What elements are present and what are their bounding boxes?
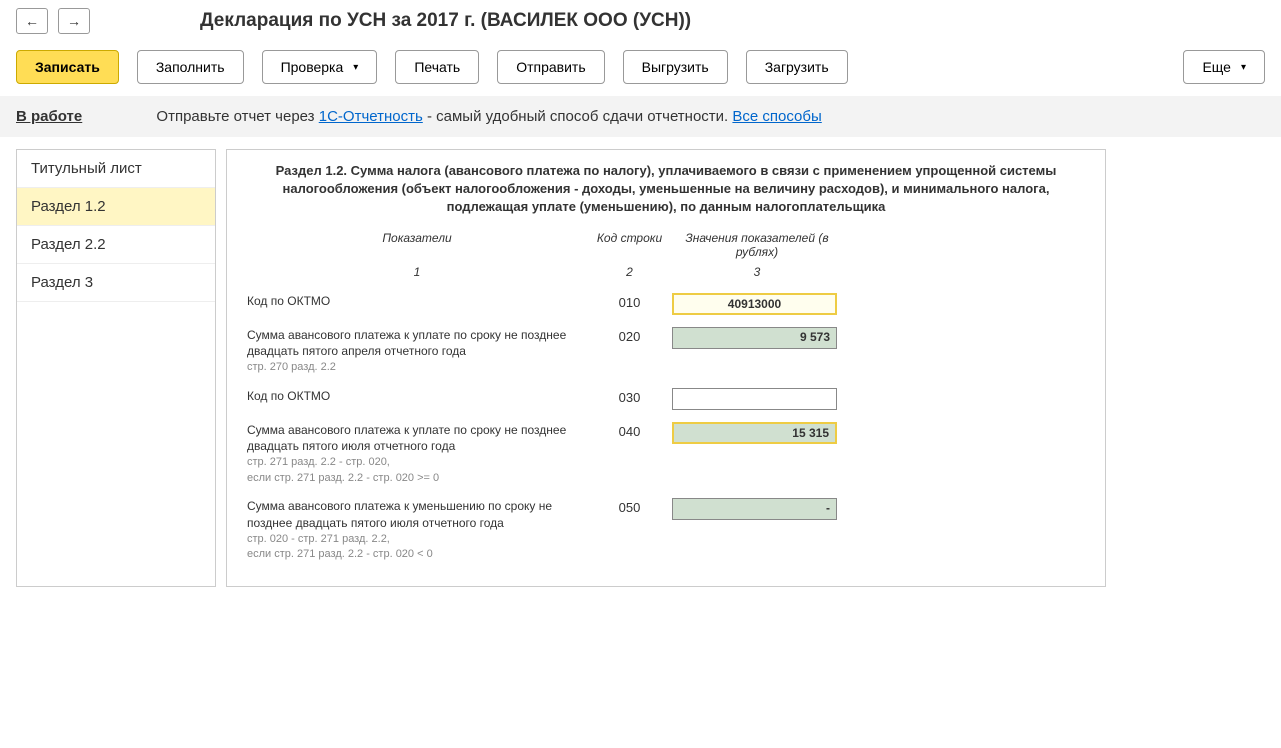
sidebar-item-section-3[interactable]: Раздел 3 [17, 264, 215, 302]
row-code: 030 [587, 388, 672, 410]
import-button[interactable]: Загрузить [746, 50, 848, 84]
row-code: 040 [587, 422, 672, 486]
row-code: 020 [587, 327, 672, 376]
row-sublabel: стр. 270 разд. 2.2 [247, 360, 587, 375]
sidebar-item-section-1-2[interactable]: Раздел 1.2 [17, 188, 215, 226]
sidebar-item-section-2-2[interactable]: Раздел 2.2 [17, 226, 215, 264]
row-sublabel: стр. 271 разд. 2.2 - стр. 020, если стр.… [247, 455, 587, 486]
row-label: Код по ОКТМО [247, 388, 587, 405]
info-text-2: - самый удобный способ сдачи отчетности. [423, 108, 733, 125]
nav-forward-button[interactable]: → [58, 8, 90, 34]
amount-020-field[interactable]: 9 573 [672, 327, 837, 349]
oktmo-010-field[interactable]: 40913000 [672, 293, 837, 315]
fill-button[interactable]: Заполнить [137, 50, 244, 84]
row-code: 050 [587, 498, 672, 562]
amount-050-field[interactable]: - [672, 498, 837, 520]
col-num-1: 1 [247, 265, 587, 279]
row-label: Сумма авансового платежа к уменьшению по… [247, 498, 587, 532]
col-num-3: 3 [672, 265, 842, 279]
amount-040-field[interactable]: 15 315 [672, 422, 837, 444]
col-num-2: 2 [587, 265, 672, 279]
row-code: 010 [587, 293, 672, 315]
info-text: Отправьте отчет через [156, 108, 318, 125]
nav-back-button[interactable]: ← [16, 8, 48, 34]
link-all-methods[interactable]: Все способы [732, 108, 821, 125]
table-row: Код по ОКТМО 010 40913000 [247, 293, 1085, 315]
save-button[interactable]: Записать [16, 50, 119, 84]
row-label: Код по ОКТМО [247, 293, 587, 310]
page-title: Декларация по УСН за 2017 г. (ВАСИЛЕК ОО… [200, 10, 691, 32]
print-button[interactable]: Печать [395, 50, 479, 84]
col-header-3: Значения показателей (в рублях) [672, 231, 842, 259]
oktmo-030-field[interactable] [672, 388, 837, 410]
content-panel: Раздел 1.2. Сумма налога (авансового пла… [226, 149, 1106, 587]
link-1c-report[interactable]: 1С-Отчетность [319, 108, 423, 125]
table-row: Сумма авансового платежа к уплате по сро… [247, 422, 1085, 486]
sidebar: Титульный лист Раздел 1.2 Раздел 2.2 Раз… [16, 149, 216, 587]
col-header-2: Код строки [587, 231, 672, 259]
col-header-1: Показатели [247, 231, 587, 259]
more-button[interactable]: Еще [1183, 50, 1265, 84]
info-bar: В работе Отправьте отчет через 1С-Отчетн… [0, 96, 1281, 137]
send-button[interactable]: Отправить [497, 50, 604, 84]
export-button[interactable]: Выгрузить [623, 50, 728, 84]
table-row: Сумма авансового платежа к уплате по сро… [247, 327, 1085, 376]
table-row: Код по ОКТМО 030 [247, 388, 1085, 410]
row-label: Сумма авансового платежа к уплате по сро… [247, 422, 587, 456]
section-title: Раздел 1.2. Сумма налога (авансового пла… [247, 162, 1085, 217]
status-label[interactable]: В работе [16, 108, 82, 125]
sidebar-item-title-page[interactable]: Титульный лист [17, 150, 215, 188]
row-label: Сумма авансового платежа к уплате по сро… [247, 327, 587, 361]
table-row: Сумма авансового платежа к уменьшению по… [247, 498, 1085, 562]
row-sublabel: стр. 020 - стр. 271 разд. 2.2, если стр.… [247, 532, 587, 563]
check-button[interactable]: Проверка [262, 50, 378, 84]
